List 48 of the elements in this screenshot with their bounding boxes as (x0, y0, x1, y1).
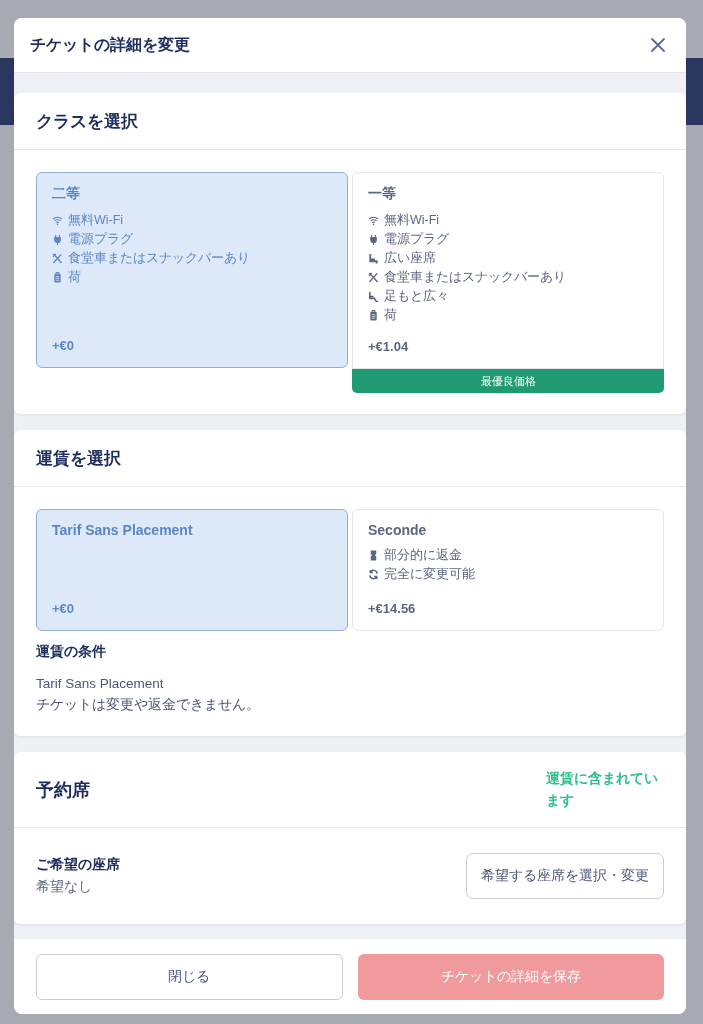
seat-icon (368, 253, 379, 264)
close-icon (650, 37, 666, 53)
option-name: Tarif Sans Placement (52, 522, 194, 538)
refresh-icon (368, 569, 379, 580)
best-price-badge: 最優良価格 (352, 369, 664, 393)
plug-icon (52, 234, 63, 245)
feature-label: 食堂車またはスナックバーあり (384, 269, 566, 286)
price-label: +€1.04 (368, 338, 410, 354)
option-name: Seconde (368, 522, 428, 538)
conditions-text: Tarif Sans Placement (36, 675, 165, 693)
feature-label: 広い座席 (384, 250, 436, 267)
feature-label: 足もと広々 (384, 288, 449, 305)
price-label: +€0 (52, 600, 76, 616)
price-label: +€0 (52, 337, 76, 353)
option-card[interactable]: Seconde 部分的に返金 完全に変更可能 +€14.56 (352, 509, 664, 631)
feature-label: 無料Wi-Fi (384, 212, 440, 229)
conditions-title: 運賃の条件 (36, 643, 107, 661)
fork-knife-icon (368, 272, 379, 283)
option-name: 二等 (52, 185, 81, 203)
seat-icon (368, 291, 379, 302)
feature-label: 荷 (68, 269, 81, 286)
seat-label: ご希望の座席 (36, 856, 120, 874)
option-card[interactable]: 一等 無料Wi-Fi 電源プラグ 広い座席 食堂車またはスナックバーあり 足もと広々 荷 +€1.04 (352, 172, 664, 369)
wifi-icon (368, 215, 379, 226)
feature-label: 完全に変更可能 (384, 566, 475, 583)
option-name: 一等 (368, 185, 397, 203)
section-title: クラスを選択 (36, 110, 138, 133)
section-title: 運賃を選択 (36, 447, 121, 470)
feature-label: 電源プラグ (384, 231, 449, 248)
feature-label: 部分的に返金 (384, 547, 462, 564)
luggage-icon (52, 272, 63, 283)
included-status: 運賃に含まれています (546, 769, 659, 810)
feature-label: 荷 (384, 307, 397, 324)
choose-seat-button[interactable]: 希望する座席を選択・変更 (466, 853, 664, 899)
luggage-icon (368, 310, 379, 321)
feature-label: 電源プラグ (68, 231, 133, 248)
fork-knife-icon (52, 253, 63, 264)
section-title: 予約席 (36, 778, 90, 802)
plug-icon (368, 234, 379, 245)
price-label: +€14.56 (368, 600, 417, 616)
wifi-icon (52, 215, 63, 226)
option-card[interactable]: 二等 無料Wi-Fi 電源プラグ 食堂車またはスナックバーあり 荷 +€0 (36, 172, 348, 368)
feature-label: 無料Wi-Fi (68, 212, 124, 229)
conditions-text: チケットは変更や返金できません。 (36, 696, 261, 714)
seat-value: 希望なし (36, 878, 93, 896)
feature-label: 食堂車またはスナックバーあり (68, 250, 250, 267)
dialog-title: チケットの詳細を変更 (30, 34, 190, 55)
close-dialog-button[interactable]: 閉じる (36, 954, 343, 1000)
